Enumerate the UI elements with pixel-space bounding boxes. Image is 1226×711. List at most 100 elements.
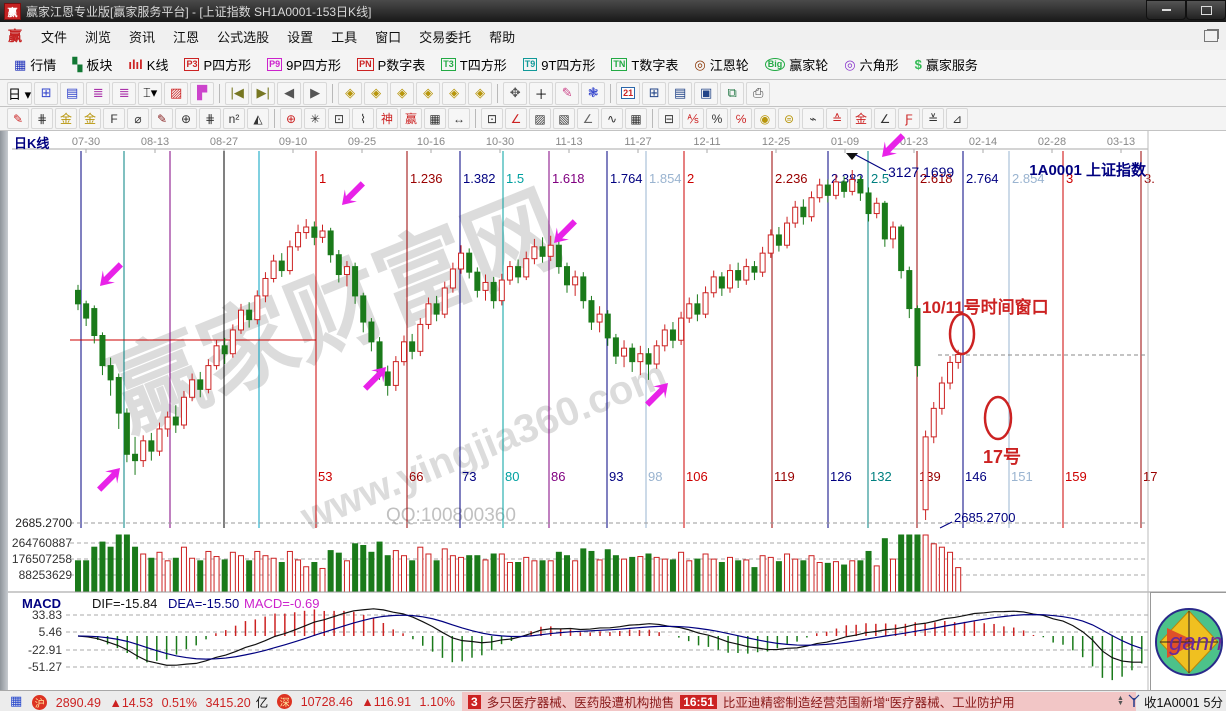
box2-tool[interactable]: ⊡: [481, 108, 503, 129]
menu-资讯[interactable]: 资讯: [120, 26, 164, 49]
percent2-tool[interactable]: ℅: [730, 108, 752, 129]
golden-section-tool[interactable]: 金: [55, 108, 77, 129]
percent-tool[interactable]: %: [706, 108, 728, 129]
time-rule-tool[interactable]: ⋕: [199, 108, 221, 129]
menu-窗口[interactable]: 窗口: [366, 26, 410, 49]
last-bar-button[interactable]: ▶|: [251, 82, 275, 105]
gold-ring-tool[interactable]: ⊜: [778, 108, 800, 129]
first-bar-button[interactable]: |◀: [225, 82, 249, 105]
gann-wheel-button[interactable]: ◎江恩轮: [686, 53, 756, 77]
menu-工具[interactable]: 工具: [322, 26, 366, 49]
angle-tool[interactable]: ◭: [247, 108, 269, 129]
hatch-box-tool[interactable]: ▧: [553, 108, 575, 129]
period-day-dropdown[interactable]: 日 ▾: [7, 82, 32, 105]
hand-tool[interactable]: ✥: [503, 82, 527, 105]
export-image-button[interactable]: ⧉: [720, 82, 744, 105]
shaded-box-tool[interactable]: ▨: [529, 108, 551, 129]
grid2-tool[interactable]: ▦: [625, 108, 647, 129]
yingjia-tool[interactable]: 赢: [400, 108, 422, 129]
pattern-icon[interactable]: ▨: [164, 82, 188, 105]
p-table-button[interactable]: PNP数字表: [349, 53, 433, 77]
minimize-button[interactable]: [1146, 0, 1186, 20]
menu-帮助[interactable]: 帮助: [480, 26, 524, 49]
wave2-tool[interactable]: ∿: [601, 108, 623, 129]
wedge-tool[interactable]: ⊿: [946, 108, 968, 129]
news-scroll-spinner[interactable]: ▲▼: [1117, 696, 1124, 706]
gold-red-tool[interactable]: 金: [850, 108, 872, 129]
menu-文件[interactable]: 文件: [32, 26, 76, 49]
next-bar-button[interactable]: ▶: [303, 82, 327, 105]
menu-浏览[interactable]: 浏览: [76, 26, 120, 49]
mdi-restore-icon[interactable]: [1204, 30, 1218, 42]
hexagon-button[interactable]: ◎六角形: [836, 53, 906, 77]
golden-box-tool[interactable]: 金: [79, 108, 101, 129]
print-button[interactable]: ⎙: [746, 82, 770, 105]
menu-公式选股[interactable]: 公式选股: [208, 26, 278, 49]
quote-grid-icon[interactable]: ▦: [10, 693, 22, 709]
square-n2-tool[interactable]: n²: [223, 108, 245, 129]
maximize-button[interactable]: [1186, 0, 1226, 20]
wave-tool[interactable]: ⌇: [352, 108, 374, 129]
menu-交易委托[interactable]: 交易委托: [410, 26, 480, 49]
gann-diamond-2[interactable]: ◈: [364, 82, 388, 105]
gann-box-tool[interactable]: ⊡: [328, 108, 350, 129]
overlay-window-icon[interactable]: ⊞: [34, 82, 58, 105]
gann-diamond-5[interactable]: ◈: [442, 82, 466, 105]
winner-service-button[interactable]: $赢家服务: [907, 53, 986, 77]
memo-button[interactable]: ▤: [668, 82, 692, 105]
news-headline-2[interactable]: 比亚迪精密制造经营范围新增“医疗器械、工业防护用: [723, 692, 1015, 711]
menu-江恩[interactable]: 江恩: [164, 26, 208, 49]
color-trend-icon[interactable]: ▛: [190, 82, 214, 105]
gann-line-tool[interactable]: ⋕: [31, 108, 53, 129]
menu-设置[interactable]: 设置: [278, 26, 322, 49]
cycle-circle-tool[interactable]: ⊕: [175, 108, 197, 129]
mark-tool[interactable]: ✎: [555, 82, 579, 105]
angle-g-tool[interactable]: ≚: [922, 108, 944, 129]
expand-tool[interactable]: ↔: [448, 108, 470, 129]
analyze-tool[interactable]: ❃: [581, 82, 605, 105]
fan-lines-tool[interactable]: ∠: [505, 108, 527, 129]
chart-area[interactable]: 赢家财富网www.yingjia360.comQQ:10080036007-30…: [8, 131, 1226, 690]
prev-bar-button[interactable]: ◀: [277, 82, 301, 105]
gann-diamond-1[interactable]: ◈: [338, 82, 362, 105]
news-ticker[interactable]: 3 多只医疗器械、医药股遭机构抛售 16:51 比亚迪精密制造经营范围新增“医疗…: [462, 692, 1136, 711]
gann-diamond-6[interactable]: ◈: [468, 82, 492, 105]
news-headline-1[interactable]: 多只医疗器械、医药股遭机构抛售: [487, 692, 675, 711]
mini-chart-3-icon[interactable]: ≣: [86, 82, 110, 105]
calculator-button[interactable]: ⊞: [642, 82, 666, 105]
kline-button[interactable]: ılılK线: [120, 53, 176, 77]
info-panel-icon[interactable]: ▤: [60, 82, 84, 105]
calendar-button[interactable]: 21: [616, 82, 640, 105]
t-table-button[interactable]: TNT数字表: [603, 53, 686, 77]
winner-wheel-button[interactable]: Big赢家轮: [757, 53, 837, 77]
t-square-button[interactable]: T3T四方形: [433, 53, 514, 77]
angle2-tool[interactable]: ∠: [577, 108, 599, 129]
percent-red-tool[interactable]: ⅍: [682, 108, 704, 129]
sectors-button[interactable]: ▚板块: [64, 53, 120, 77]
gann-diamond-3[interactable]: ◈: [390, 82, 414, 105]
grid-tool[interactable]: ▦: [424, 108, 446, 129]
shanghai-index-summary[interactable]: 沪 2890.49 ▲14.53 0.51% 3415.20亿: [28, 692, 273, 711]
mini-chart-9-icon[interactable]: ≣: [112, 82, 136, 105]
flash-tool[interactable]: ⌁: [802, 108, 824, 129]
delta-red-tool[interactable]: ≙: [826, 108, 848, 129]
angle-f-tool[interactable]: Ƒ: [898, 108, 920, 129]
fibonacci-tool[interactable]: F: [103, 108, 125, 129]
p-square-button[interactable]: P3P四方形: [176, 53, 259, 77]
brush-tool[interactable]: ✎: [151, 108, 173, 129]
gann-star-tool[interactable]: ✳: [304, 108, 326, 129]
gann-diamond-4[interactable]: ◈: [416, 82, 440, 105]
gann-circle-tool[interactable]: ⊕: [280, 108, 302, 129]
save-button[interactable]: ▣: [694, 82, 718, 105]
pencil-tool[interactable]: ✎: [7, 108, 29, 129]
9t-square-button[interactable]: T99T四方形: [515, 53, 604, 77]
gold-circle-tool[interactable]: ◉: [754, 108, 776, 129]
crosshair-tool[interactable]: ＋: [529, 82, 553, 105]
shen-tool[interactable]: 神: [376, 108, 398, 129]
quotes-button[interactable]: ▦行情: [6, 53, 64, 77]
angle-j-tool[interactable]: ∠: [874, 108, 896, 129]
price-grid-tool[interactable]: ⊟: [658, 108, 680, 129]
candle-style-dropdown[interactable]: ⌶▾: [138, 82, 162, 105]
spiral-tool[interactable]: ⌀: [127, 108, 149, 129]
9p-square-button[interactable]: P99P四方形: [259, 53, 349, 77]
